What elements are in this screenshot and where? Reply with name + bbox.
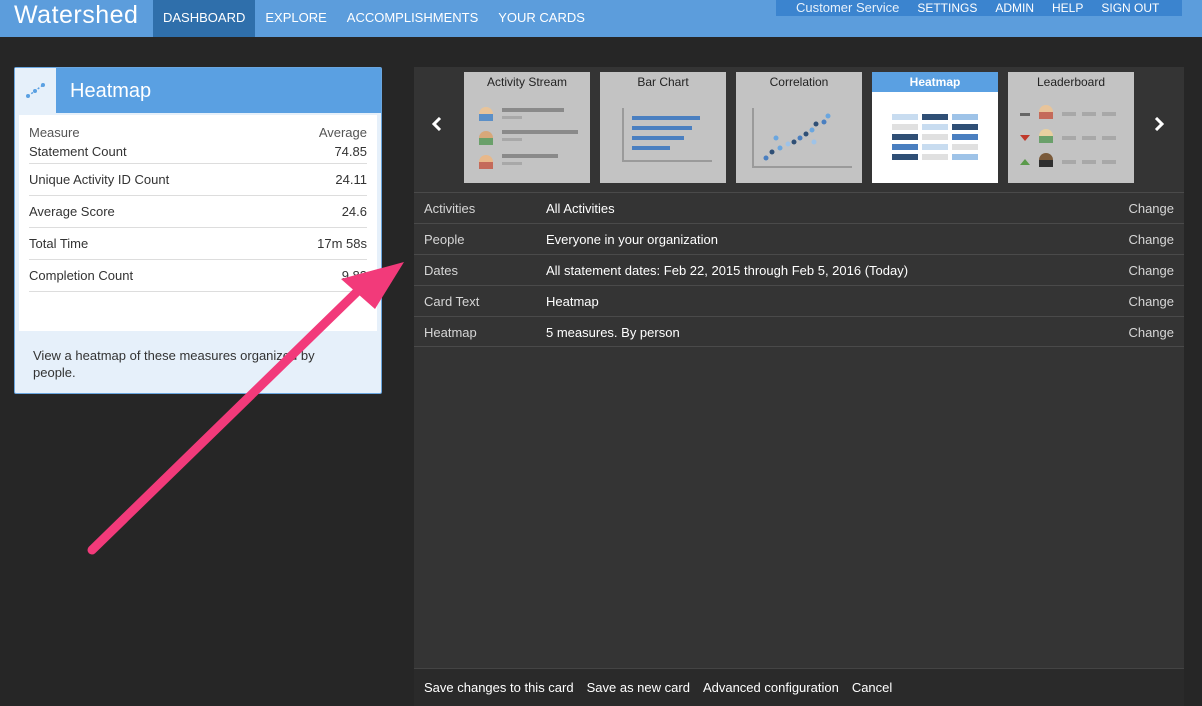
measure-label: Average Score [29, 204, 115, 219]
setting-row-activities: Activities All Activities Change [414, 192, 1184, 223]
nav-customer-service[interactable]: Customer Service [796, 1, 899, 15]
measure-value: 24.11 [335, 172, 367, 187]
nav-explore[interactable]: EXPLORE [255, 0, 336, 37]
measure-label: Statement Count [29, 144, 127, 159]
advanced-config-button[interactable]: Advanced configuration [703, 680, 839, 695]
measure-label: Total Time [29, 236, 89, 251]
measure-value: 9.83 [341, 268, 367, 283]
setting-row-card-text: Card Text Heatmap Change [414, 285, 1184, 316]
measure-value: 17m 58s [317, 236, 367, 251]
table-row: Average Score 24.6 [29, 196, 367, 228]
measure-label: Completion Count [29, 268, 134, 283]
change-card-text-link[interactable]: Change [1128, 294, 1174, 309]
setting-value: All Activities [546, 201, 615, 216]
card-title: Heatmap [70, 80, 152, 102]
table-header: Measure Average [29, 115, 367, 140]
change-activities-link[interactable]: Change [1128, 201, 1174, 216]
card-type-label: Bar Chart [637, 75, 689, 89]
measures-table: Measure Average Statement Count 74.85 Un… [19, 115, 377, 331]
table-row: Completion Count 9.83 [29, 260, 367, 292]
watershed-logo[interactable]: Watershed [14, 1, 138, 30]
chevron-left-icon[interactable] [431, 115, 442, 136]
measure-value: 74.85 [334, 144, 367, 159]
change-heatmap-link[interactable]: Change [1128, 325, 1174, 340]
cancel-button[interactable]: Cancel [852, 680, 892, 695]
setting-label: Heatmap [424, 325, 477, 340]
setting-label: Dates [424, 263, 458, 278]
setting-row-heatmap: Heatmap 5 measures. By person Change [414, 316, 1184, 347]
correlation-icon [15, 68, 56, 113]
nav-sign-out[interactable]: SIGN OUT [1101, 1, 1159, 15]
table-row: Total Time 17m 58s [29, 228, 367, 260]
card-type-heatmap[interactable]: Heatmap [872, 72, 998, 183]
card-type-label: Activity Stream [486, 75, 567, 89]
column-average: Average [318, 125, 367, 140]
card-type-label: Leaderboard [1036, 75, 1106, 89]
column-measure: Measure [29, 125, 80, 140]
nav-admin[interactable]: ADMIN [995, 1, 1034, 15]
nav-accomplishments[interactable]: ACCOMPLISHMENTS [337, 0, 488, 37]
nav-settings[interactable]: SETTINGS [917, 1, 977, 15]
card-type-leaderboard[interactable]: Leaderboard [1008, 72, 1134, 183]
table-row: Statement Count 74.85 [29, 140, 367, 164]
change-people-link[interactable]: Change [1128, 232, 1174, 247]
save-changes-button[interactable]: Save changes to this card [424, 680, 574, 695]
setting-value: 5 measures. By person [546, 325, 680, 340]
measure-value: 24.6 [341, 204, 367, 219]
setting-label: Activities [424, 201, 476, 216]
chevron-right-icon[interactable] [1154, 115, 1165, 136]
card-header: Heatmap [15, 68, 381, 113]
card-preview: Heatmap Measure Average Statement Count … [14, 67, 382, 394]
main-nav: DASHBOARD EXPLORE ACCOMPLISHMENTS YOUR C… [153, 0, 595, 37]
top-nav-bar: Watershed DASHBOARD EXPLORE ACCOMPLISHME… [0, 0, 1202, 37]
setting-label: Card Text [424, 294, 480, 309]
setting-value: All statement dates: Feb 22, 2015 throug… [546, 263, 909, 278]
card-config-panel: Activity Stream Bar Chart Correlation He… [414, 67, 1184, 706]
card-type-carousel: Activity Stream Bar Chart Correlation He… [414, 67, 1184, 192]
secondary-nav: Customer Service SETTINGS ADMIN HELP SIG… [776, 0, 1182, 16]
card-settings-list: Activities All Activities Change People … [414, 192, 1184, 347]
setting-value: Heatmap [546, 294, 599, 309]
card-type-correlation[interactable]: Correlation [736, 72, 862, 183]
change-dates-link[interactable]: Change [1128, 263, 1174, 278]
save-as-new-button[interactable]: Save as new card [587, 680, 690, 695]
setting-label: People [424, 232, 465, 247]
card-type-activity-stream[interactable]: Activity Stream [464, 72, 590, 183]
card-type-label: Correlation [769, 75, 829, 89]
nav-dashboard[interactable]: DASHBOARD [153, 0, 256, 37]
nav-help[interactable]: HELP [1052, 1, 1083, 15]
card-type-bar-chart[interactable]: Bar Chart [600, 72, 726, 183]
nav-your-cards[interactable]: YOUR CARDS [488, 0, 595, 37]
panel-footer: Save changes to this card Save as new ca… [414, 668, 1184, 706]
card-description: View a heatmap of these measures organiz… [33, 348, 315, 380]
table-row: Unique Activity ID Count 24.11 [29, 164, 367, 196]
card-type-label: Heatmap [872, 72, 998, 92]
measure-label: Unique Activity ID Count [29, 172, 170, 187]
setting-value: Everyone in your organization [546, 232, 718, 247]
setting-row-dates: Dates All statement dates: Feb 22, 2015 … [414, 254, 1184, 285]
setting-row-people: People Everyone in your organization Cha… [414, 223, 1184, 254]
